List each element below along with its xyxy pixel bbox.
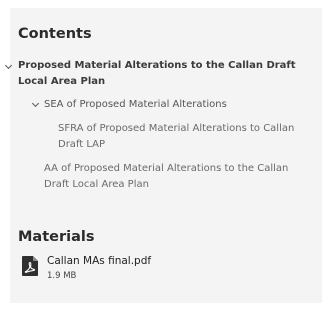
toc-item-sea[interactable]: SEA of Proposed Material Alterations — [44, 97, 304, 113]
toc-item-sfra[interactable]: SFRA of Proposed Material Alterations to… — [58, 121, 308, 153]
pdf-file-icon[interactable] — [22, 256, 38, 276]
toc-item-proposed-material-alterations[interactable]: Proposed Material Alterations to the Cal… — [18, 58, 318, 90]
file-size: 1.9 MB — [47, 271, 77, 281]
contents-heading: Contents — [18, 26, 92, 42]
pdf-file-link[interactable]: Callan MAs final.pdf — [47, 255, 151, 267]
toc-item-aa[interactable]: AA of Proposed Material Alterations to t… — [44, 161, 304, 193]
materials-heading: Materials — [18, 229, 95, 245]
